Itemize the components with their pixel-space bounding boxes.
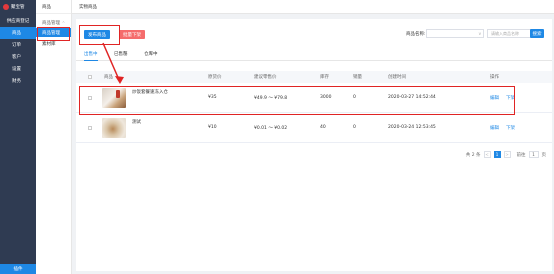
chevron-down-icon: v xyxy=(478,31,481,36)
search-button[interactable]: 搜索 xyxy=(530,29,544,38)
product-stock: 40 xyxy=(320,125,326,130)
subnav-title: 商品 xyxy=(36,0,71,14)
highlight-subnav xyxy=(37,27,70,41)
batch-delist-button[interactable]: 批量下架 xyxy=(119,30,145,39)
sidebar-item-plugins[interactable]: 插件 xyxy=(0,264,36,274)
prev-page-button[interactable]: < xyxy=(483,151,491,158)
select-all-checkbox[interactable] xyxy=(88,75,92,79)
tab-on-sale[interactable]: 出售中 xyxy=(84,51,98,61)
product-price: ¥10 xyxy=(208,125,217,130)
next-page-button[interactable]: > xyxy=(503,151,511,158)
highlight-first-row xyxy=(79,86,515,115)
table-header: 商品 原货价 建议零售价 库存 销量 创建时间 操作 xyxy=(76,71,552,83)
goto-label: 前往 xyxy=(516,152,526,158)
main-content: 发布商品 批量下架 商品名称: v 请输入商品名称 搜索 出售中 已售罄 仓库中… xyxy=(76,19,552,271)
page-1-button[interactable]: 1 xyxy=(493,151,501,158)
col-stock: 库存 xyxy=(320,75,329,80)
edit-link[interactable]: 编辑 xyxy=(490,125,499,131)
product-created: 2020-03-24 12:53:45 xyxy=(388,125,436,130)
delist-link[interactable]: 下架 xyxy=(506,125,515,131)
page-jump-input[interactable]: 1 xyxy=(528,151,539,158)
total-count: 共 2 条 xyxy=(465,152,481,158)
subnav-group[interactable]: 商品管理 ^ xyxy=(36,20,71,26)
pagination: 共 2 条 < 1 > 前往 1 页 xyxy=(466,151,546,158)
logo: 聚宝管 xyxy=(0,0,36,14)
subnav-group-label: 商品管理 xyxy=(42,21,60,26)
top-bar: 实物商品 xyxy=(72,0,554,14)
toolbar: 发布商品 批量下架 商品名称: v 请输入商品名称 搜索 xyxy=(76,29,552,41)
shop-name: 供应商登记 xyxy=(6,19,30,24)
tab-warehouse[interactable]: 仓库中 xyxy=(144,51,158,61)
product-filter-select[interactable]: v xyxy=(426,29,484,38)
annotation-arrow xyxy=(102,42,124,84)
product-retail: ¥0.01 ～ ¥0.02 xyxy=(254,125,288,131)
sub-sidebar: 商品 商品管理 ^ 商品管理 素材库 xyxy=(36,0,72,274)
col-sales: 销量 xyxy=(353,75,362,80)
sidebar-item-orders[interactable]: 订单 xyxy=(0,39,36,51)
sidebar-item-products[interactable]: 商品 xyxy=(0,27,36,39)
filter-label: 商品名称: xyxy=(406,32,426,37)
col-actions: 操作 xyxy=(490,75,499,80)
table-row: 测试 ¥10 ¥0.01 ～ ¥0.02 40 0 2020-03-24 12:… xyxy=(76,113,552,143)
logo-text: 聚宝管 xyxy=(11,5,25,10)
row-checkbox[interactable] xyxy=(88,125,92,130)
col-price: 原货价 xyxy=(208,75,222,80)
sidebar-item-settings[interactable]: 设置 xyxy=(0,63,36,75)
col-created: 创建时间 xyxy=(388,75,406,80)
chevron-up-icon: ^ xyxy=(62,21,65,25)
sidebar-item-customers[interactable]: 客户 xyxy=(0,51,36,63)
product-sales: 0 xyxy=(353,125,356,130)
logo-icon xyxy=(3,4,9,10)
product-thumbnail xyxy=(102,118,126,138)
col-retail: 建议零售价 xyxy=(254,75,277,80)
main-sidebar: 聚宝管 供应商登记 商品 订单 客户 设置 财务 插件 xyxy=(0,0,36,274)
tab-physical-goods[interactable]: 实物商品 xyxy=(79,4,97,10)
sidebar-item-finance[interactable]: 财务 xyxy=(0,75,36,87)
product-name[interactable]: 测试 xyxy=(132,119,141,125)
page-suffix: 页 xyxy=(541,152,547,158)
status-tabs: 出售中 已售罄 仓库中 xyxy=(76,49,552,61)
